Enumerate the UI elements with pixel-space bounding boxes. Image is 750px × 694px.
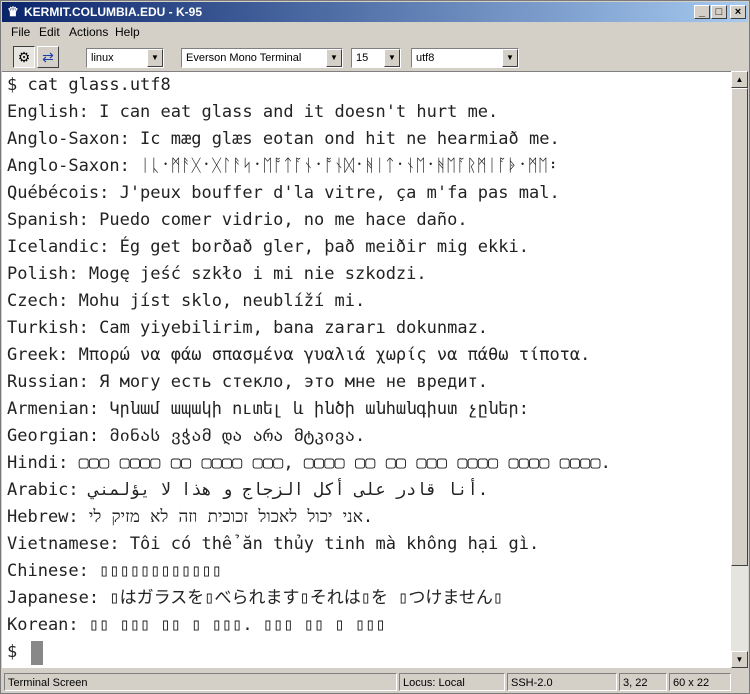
terminal-type-select[interactable]: linux ▼ bbox=[86, 48, 164, 68]
terminal-line: Hindi: ▢▢▢ ▢▢▢▢ ▢▢ ▢▢▢▢ ▢▢▢, ▢▢▢▢ ▢▢ ▢▢ … bbox=[7, 453, 611, 473]
minimize-icon: _ bbox=[698, 6, 706, 18]
menu-bar: File Edit Actions Help bbox=[2, 23, 748, 42]
status-cursor-position: 3, 22 bbox=[619, 673, 667, 691]
app-window: ♛ KERMIT.COLUMBIA.EDU - K-95 _ □ × File … bbox=[0, 0, 750, 694]
terminal-line: Hebrew: אני יכול לאכול זכוכית וזה לא מזי… bbox=[7, 507, 374, 527]
font-size-value: 15 bbox=[356, 52, 369, 64]
menu-edit[interactable]: Edit bbox=[37, 23, 62, 42]
terminal-line: Arabic: أنا قادر على أكل الزجاج و هذا لا… bbox=[7, 480, 489, 500]
scrollbar-thumb[interactable] bbox=[731, 88, 748, 566]
chevron-down-icon[interactable]: ▼ bbox=[147, 49, 163, 67]
status-locus: Locus: Local bbox=[399, 673, 505, 691]
terminal-line: Czech: Mohu jíst sklo, neublíží mi. bbox=[7, 291, 366, 311]
font-name-value: Everson Mono Terminal bbox=[186, 52, 302, 64]
menu-file[interactable]: File bbox=[9, 23, 32, 42]
status-protocol: SSH-2.0 bbox=[507, 673, 617, 691]
terminal-line: Russian: Я могу есть стекло, это мне не … bbox=[7, 372, 489, 392]
chevron-down-icon[interactable]: ▼ bbox=[502, 49, 518, 67]
status-screen-size: 60 x 22 bbox=[669, 673, 731, 691]
title-bar[interactable]: ♛ KERMIT.COLUMBIA.EDU - K-95 _ □ × bbox=[2, 2, 748, 22]
terminal-line: Anglo-Saxon: Ic mæg glæs eotan ond hit n… bbox=[7, 129, 560, 149]
scroll-down-button[interactable]: ▼ bbox=[731, 651, 748, 668]
menu-actions[interactable]: Actions bbox=[67, 23, 110, 42]
terminal-line: Vietnamese: Tôi có thể ăn thủy tinh mà k… bbox=[7, 534, 540, 554]
vertical-scrollbar[interactable]: ▲ ▼ bbox=[731, 71, 748, 668]
terminal-line: Georgian: მინას ვჭამ და არა მტკივა. bbox=[7, 426, 366, 446]
toolbar: ⚙ ⇄ linux ▼ Everson Mono Terminal ▼ 15 ▼… bbox=[2, 43, 748, 71]
terminal-line: English: I can eat glass and it doesn't … bbox=[7, 102, 499, 122]
minimize-button[interactable]: _ bbox=[694, 5, 710, 19]
scroll-up-icon: ▲ bbox=[735, 75, 744, 84]
menu-help[interactable]: Help bbox=[113, 23, 142, 42]
chevron-down-icon[interactable]: ▼ bbox=[384, 49, 400, 67]
terminal-type-value: linux bbox=[91, 52, 114, 64]
terminal-line: Korean: ▯▯ ▯▯▯ ▯▯ ▯ ▯▯▯. ▯▯▯ ▯▯ ▯ ▯▯▯ bbox=[7, 615, 386, 635]
gear-icon: ⚙ bbox=[17, 49, 31, 65]
terminal-screen[interactable]: $ cat glass.utf8 English: I can eat glas… bbox=[2, 71, 731, 668]
status-bar: Terminal Screen Locus: Local SSH-2.0 3, … bbox=[2, 672, 748, 692]
connection-toggle-button[interactable]: ⇄ bbox=[37, 46, 59, 68]
chevron-down-icon[interactable]: ▼ bbox=[326, 49, 342, 67]
close-icon: × bbox=[734, 6, 742, 18]
terminal-prompt-line: $ bbox=[7, 642, 18, 662]
window-title: KERMIT.COLUMBIA.EDU - K-95 bbox=[24, 5, 203, 19]
app-icon[interactable]: ♛ bbox=[5, 4, 21, 20]
maximize-button[interactable]: □ bbox=[711, 5, 727, 19]
terminal-line: Japanese: ▯はガラスを▯べられます▯それは▯を ▯つけません▯ bbox=[7, 588, 504, 608]
terminal-line: Armenian: Կրնամ ապակի ուտել և ինծի անհան… bbox=[7, 399, 529, 419]
charset-value: utf8 bbox=[416, 52, 435, 64]
terminal-line: Icelandic: Ég get borðað gler, það meiði… bbox=[7, 237, 529, 257]
status-mode: Terminal Screen bbox=[4, 673, 397, 691]
settings-button[interactable]: ⚙ bbox=[13, 46, 35, 68]
terminal-cursor bbox=[31, 641, 43, 665]
scroll-up-button[interactable]: ▲ bbox=[731, 71, 748, 88]
terminal-line: Québécois: J'peux bouffer d'la vitre, ça… bbox=[7, 183, 560, 203]
maximize-icon: □ bbox=[715, 6, 723, 18]
terminal-line: Polish: Mogę jeść szkło i mi nie szkodzi… bbox=[7, 264, 427, 284]
terminal-line: Greek: Μπορώ να φάω σπασμένα γυαλιά χωρί… bbox=[7, 345, 591, 365]
terminal-line: Turkish: Cam yiyebilirim, bana zararı do… bbox=[7, 318, 489, 338]
charset-select[interactable]: utf8 ▼ bbox=[411, 48, 519, 68]
scroll-down-icon: ▼ bbox=[735, 655, 744, 664]
terminal-line: Chinese: ▯▯▯▯▯▯▯▯▯▯▯▯ bbox=[7, 561, 222, 581]
terminal-line: Anglo-Saxon: ᛁᚳ᛫ᛗᚨᚷ᛫ᚷᛚᚨᛋ᛫ᛖᚩᛏᚪᚾ᛫ᚩᚾᛞ᛫ᚻᛁᛏ᛫ᚾ… bbox=[7, 156, 559, 176]
font-name-select[interactable]: Everson Mono Terminal ▼ bbox=[181, 48, 343, 68]
swap-arrows-icon: ⇄ bbox=[42, 49, 54, 65]
close-button[interactable]: × bbox=[730, 5, 746, 19]
font-size-select[interactable]: 15 ▼ bbox=[351, 48, 401, 68]
terminal-line: $ cat glass.utf8 bbox=[7, 75, 171, 95]
terminal-line: Spanish: Puedo comer vidrio, no me hace … bbox=[7, 210, 468, 230]
